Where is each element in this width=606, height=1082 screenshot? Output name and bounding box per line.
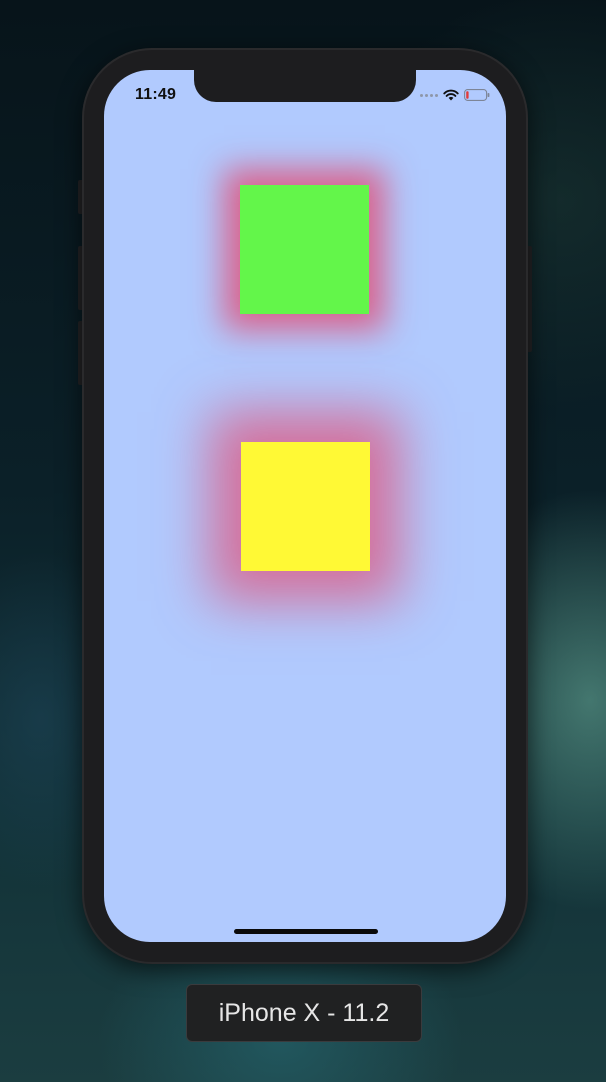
- home-indicator[interactable]: [234, 929, 378, 934]
- green-square: [240, 185, 369, 314]
- yellow-square: [241, 442, 370, 571]
- wifi-icon: [443, 89, 459, 101]
- signal-dots-icon: [420, 93, 438, 97]
- status-icons: [420, 88, 490, 102]
- device-screen: 11:49: [104, 70, 506, 942]
- notch: [194, 70, 416, 102]
- battery-low-icon: [464, 89, 490, 101]
- simulator-device-label: iPhone X - 11.2: [186, 984, 422, 1042]
- status-time: 11:49: [135, 86, 177, 103]
